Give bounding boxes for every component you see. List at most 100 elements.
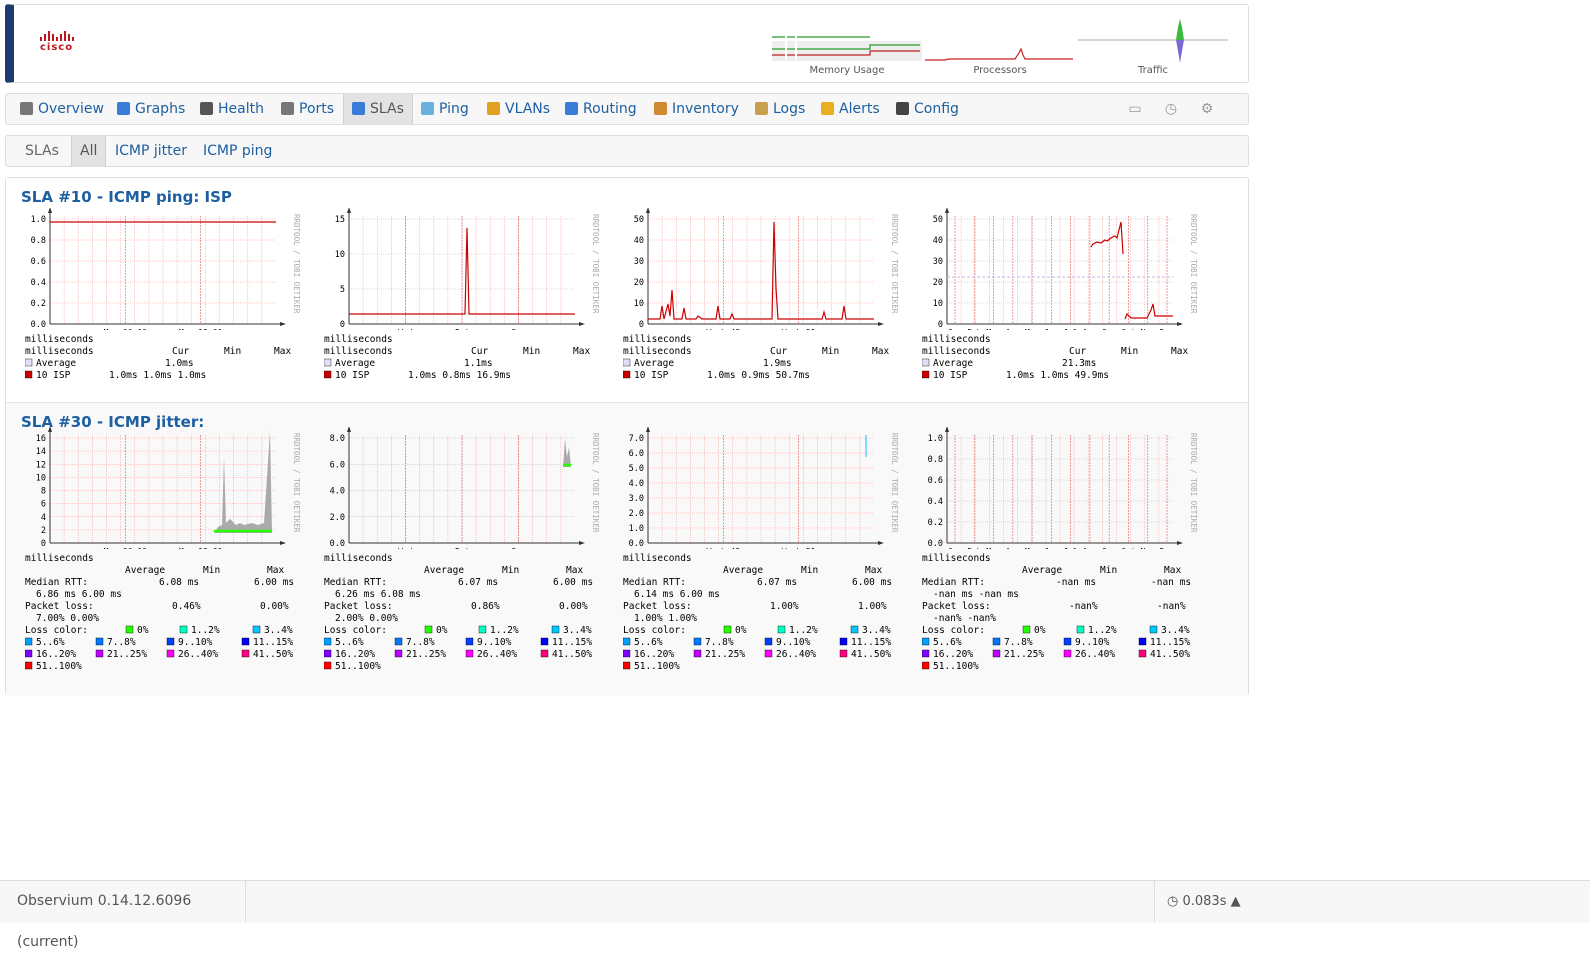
legend-text: 3..4%: [563, 625, 592, 636]
traffic-minigraph[interactable]: Traffic: [1078, 19, 1228, 79]
y-tick-label: 0.4: [928, 497, 943, 507]
x-tick-label: Feb: [967, 328, 982, 330]
legend-swatch: [95, 649, 104, 658]
legend-text: 1.00% 1.00%: [634, 613, 697, 624]
nav-vlans-label: VLANs: [505, 101, 551, 117]
config-icon: [896, 102, 909, 115]
legend-swatch: [1138, 637, 1147, 646]
nav-vlans[interactable]: VLANs: [487, 94, 550, 124]
legend-text: Cur: [471, 346, 488, 357]
legend-text: Min: [1100, 565, 1117, 576]
nav-overview[interactable]: Overview: [20, 94, 104, 124]
sla-30-graph-2[interactable]: 8.0 6.0 4.0 2.0 0.0 Wed Fri Sun RRDTOOL / TOBI O…: [313, 427, 603, 549]
caret-up-icon: ▲: [1226, 894, 1241, 909]
y-tick-label: 40: [634, 236, 644, 246]
nav-ping[interactable]: Ping: [421, 94, 469, 124]
nav-inventory[interactable]: Inventory: [654, 94, 739, 124]
processors-sparkline: [925, 47, 1073, 61]
x-tick-label: Week 49: [706, 328, 740, 330]
nav-config[interactable]: Config: [896, 94, 959, 124]
legend-text: Average: [723, 565, 763, 576]
sla-10-graph-1[interactable]: 1.0 0.8 0.6 0.4 0.2 0.0 Mon 00:00 Mon 12:00 RRDT…: [14, 208, 304, 330]
memory-usage-minigraph[interactable]: Memory Usage: [772, 19, 922, 79]
y-axis-arrow: [646, 427, 650, 432]
y-tick-label: 40: [933, 236, 943, 246]
nav-overview-label: Overview: [38, 101, 104, 117]
subnav-icmp-jitter[interactable]: ICMP jitter: [115, 136, 187, 166]
x-tick-label: Oct: [1121, 328, 1136, 330]
y-tick-label: 10: [933, 299, 943, 309]
nav-health[interactable]: Health: [200, 94, 264, 124]
gear-icon[interactable]: ⚙: [1199, 101, 1215, 117]
legend-text: 5..6%: [36, 637, 65, 648]
window-icon[interactable]: ▭: [1127, 101, 1143, 117]
y-tick-label: 0.2: [31, 299, 46, 309]
clock-small-icon: ◷: [1167, 894, 1183, 909]
legend-text: 41..50%: [851, 649, 891, 660]
sla-10-graph-3[interactable]: 50 40 30 20 10 0 Week 49 Week 51 RRDTOOL / TOBI …: [612, 208, 902, 330]
device-navbar: Overview Graphs Health Ports SLAs Ping V…: [5, 93, 1249, 125]
clock-icon[interactable]: ◷: [1163, 101, 1179, 117]
legend-text: Average: [36, 358, 76, 369]
legend-text: 11..15%: [253, 637, 293, 648]
x-axis-arrow: [1177, 541, 1183, 545]
page-time[interactable]: ◷ 0.083s ▲: [1154, 881, 1590, 922]
legend-swatch: [324, 661, 332, 670]
y-tick-label: 4: [41, 513, 46, 523]
nav-config-label: Config: [914, 101, 959, 117]
sla-30-graph-4[interactable]: 1.0 0.8 0.6 0.4 0.2 0.0 Jan Feb Mar Apr May Jun Jul A…: [911, 427, 1201, 549]
subnav-all[interactable]: All: [71, 136, 107, 166]
legend-text: Min: [801, 565, 818, 576]
legend-text: Average: [335, 358, 375, 369]
legend-swatch: [478, 625, 487, 634]
legend-text: 41..50%: [253, 649, 293, 660]
overview-icon: [20, 102, 33, 115]
legend-text: 1.0ms 1.0ms 1.0ms: [109, 370, 206, 381]
y-tick-label: 10: [634, 299, 644, 309]
legend-swatch: [540, 637, 549, 646]
legend-swatch: [25, 661, 33, 670]
legend-text: 1..2%: [191, 625, 220, 636]
y-tick-label: 20: [933, 278, 943, 288]
nav-graphs[interactable]: Graphs: [117, 94, 185, 124]
y-tick-label: 0.2: [928, 518, 943, 528]
legend-text: 7..8%: [1004, 637, 1033, 648]
legend-text: milliseconds: [623, 346, 692, 357]
legend-text: 6.14 ms 6.00 ms: [634, 589, 720, 600]
legend-swatch: [623, 637, 631, 646]
sla-10-graph-4[interactable]: 50 40 30 20 10 0 Jan Feb Mar Apr May Jun Jul Aug Sep Oc…: [911, 208, 1201, 330]
subnav-icmp-ping[interactable]: ICMP ping: [203, 136, 272, 166]
x-tick-label: Sun: [511, 547, 526, 549]
sla-30-graph-1[interactable]: 16 14 12 10 8 6 4 2 0 Mon 00:00 Mon 12:00 RRDTOOL /…: [14, 427, 304, 549]
y-axis-arrow: [48, 208, 52, 213]
alerts-icon: [821, 102, 834, 115]
nav-ports[interactable]: Ports: [281, 94, 334, 124]
nav-slas[interactable]: SLAs: [343, 94, 413, 124]
legend-text: 9..10%: [178, 637, 213, 648]
graph-legend: millisecondsmilliseconds Cur Min Max Average…: [623, 334, 889, 381]
logo-text: cisco: [40, 42, 74, 53]
nav-logs[interactable]: Logs: [755, 94, 805, 124]
y-tick-label: 5: [340, 285, 345, 295]
x-tick-label: Jan: [948, 328, 963, 330]
legend-swatch: [922, 661, 930, 670]
legend-text: 0%: [137, 625, 149, 636]
sla-10-title[interactable]: SLA #10 - ICMP ping: ISP: [21, 188, 232, 206]
legend-text: 7..8%: [406, 637, 435, 648]
legend-text: Max: [1164, 565, 1181, 576]
processors-minigraph[interactable]: Processors: [925, 19, 1075, 79]
sla-10-graph-2[interactable]: 15 10 5 0 Wed Fri Sun RRDTOOL / TOBI OETIKER: [313, 208, 603, 330]
legend-swatch: [166, 649, 175, 658]
nav-alerts[interactable]: Alerts: [821, 94, 880, 124]
legend-swatch: [551, 625, 560, 634]
legend-text: Max: [566, 565, 583, 576]
nav-routing[interactable]: Routing: [565, 94, 637, 124]
y-tick-label: 2: [41, 526, 46, 536]
x-tick-label: Apr: [1006, 328, 1021, 330]
legend-swatch: [252, 625, 261, 634]
sla-30-graph-3[interactable]: 7.0 6.0 5.0 4.0 3.0 2.0 1.0 0.0 Week 49 Week 51 RR…: [612, 427, 902, 549]
version-label[interactable]: Observium 0.14.12.6096 (current): [5, 881, 246, 950]
legend-text: -nan ms -nan ms: [933, 589, 1019, 600]
legend-swatch: [465, 637, 474, 646]
legend-text: 16..20%: [36, 649, 76, 660]
